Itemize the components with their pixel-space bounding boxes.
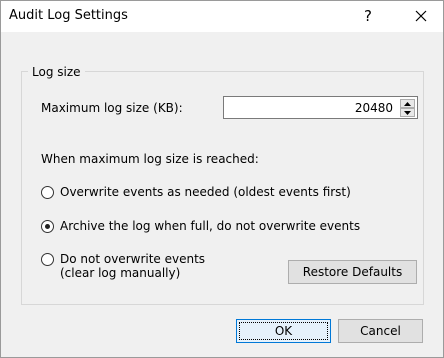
title-bar: Audit Log Settings ?	[1, 1, 443, 32]
archive-radio[interactable]	[41, 220, 54, 233]
when-full-label: When maximum log size is reached:	[41, 152, 259, 166]
spin-down-button[interactable]	[400, 108, 415, 117]
do-not-overwrite-label[interactable]: Do not overwrite events	[60, 252, 205, 266]
close-icon	[415, 10, 427, 22]
audit-log-settings-dialog: Audit Log Settings ? Log size Maximum lo…	[0, 0, 444, 358]
do-not-overwrite-sublabel[interactable]: (clear log manually)	[60, 266, 180, 280]
overwrite-label[interactable]: Overwrite events as needed (oldest event…	[60, 185, 351, 199]
spin-up-button[interactable]	[400, 99, 415, 108]
up-arrow-icon	[404, 102, 411, 106]
max-size-spinbox[interactable]: 20480	[223, 96, 418, 119]
radio-selected-dot	[45, 224, 50, 229]
down-arrow-icon	[404, 111, 411, 115]
max-size-label: Maximum log size (KB):	[41, 101, 183, 115]
overwrite-radio[interactable]	[41, 186, 54, 199]
archive-label[interactable]: Archive the log when full, do not overwr…	[60, 219, 360, 233]
help-button[interactable]: ?	[355, 3, 381, 29]
ok-button[interactable]: OK	[236, 319, 331, 343]
do-not-overwrite-radio[interactable]	[41, 253, 54, 266]
dialog-title: Audit Log Settings	[9, 8, 128, 23]
cancel-button[interactable]: Cancel	[338, 319, 423, 343]
ok-label: OK	[274, 324, 293, 338]
max-size-value[interactable]: 20480	[355, 101, 393, 115]
restore-defaults-button[interactable]: Restore Defaults	[288, 260, 417, 284]
log-size-group-label: Log size	[28, 65, 85, 79]
close-button[interactable]	[405, 3, 437, 29]
